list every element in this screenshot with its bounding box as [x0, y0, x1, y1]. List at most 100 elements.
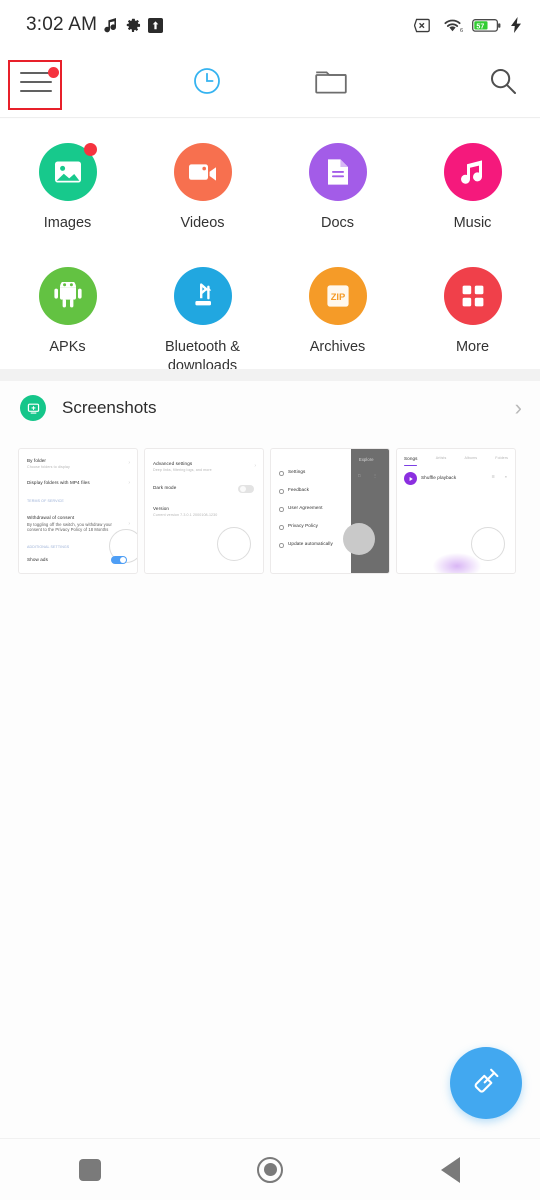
sim-off-icon: [414, 18, 433, 33]
file-manager-screen: 3:02 AM 6 57 Images Videos Docs Music AP…: [0, 0, 540, 1200]
category-grid: Images Videos Docs Music APKs Bluetooth …: [0, 119, 540, 394]
app-toolbar: [0, 50, 540, 118]
category-images-label: Images: [43, 215, 92, 231]
thumb3-row2: Feedback: [288, 487, 309, 492]
menu-notification-badge: [48, 66, 59, 78]
wifi-icon: 6: [442, 17, 463, 33]
thumb4-tab-underline: [404, 465, 417, 467]
category-music[interactable]: Music: [405, 133, 540, 233]
thumbnail-music-player[interactable]: Songs Artists Albums Folders Shuffle pla…: [396, 448, 516, 574]
category-videos-label: Videos: [180, 215, 225, 231]
thumb4-glow: [433, 553, 481, 573]
screenshots-title: Screenshots: [62, 398, 157, 417]
video-icon[interactable]: [173, 143, 232, 201]
thumb3-row1: Settings: [288, 469, 306, 474]
home-button[interactable]: [180, 1139, 360, 1200]
upload-arrow-icon: [148, 17, 164, 33]
category-archives[interactable]: ZIP Archives: [270, 257, 405, 376]
search-icon[interactable]: [488, 66, 518, 101]
thumb2-row1-title: Advanced settings: [153, 461, 193, 466]
circle-icon[interactable]: [257, 1156, 283, 1183]
category-row-1: Images Videos Docs Music: [0, 133, 540, 233]
search-button[interactable]: [394, 50, 540, 118]
category-docs[interactable]: Docs: [270, 133, 405, 233]
thumb2-row2-title: Dark mode: [153, 485, 177, 490]
svg-text:6: 6: [460, 28, 463, 33]
thumb3-row5: Update automatically: [288, 541, 333, 546]
folders-button[interactable]: [269, 50, 394, 118]
android-icon[interactable]: [38, 267, 97, 325]
folder-icon[interactable]: [315, 67, 347, 100]
screenshots-thumbnail-strip[interactable]: By folder Choose folders to display › Di…: [0, 448, 540, 576]
grid-icon[interactable]: [443, 267, 502, 325]
category-images[interactable]: Images: [0, 133, 135, 233]
broom-icon: [467, 1062, 505, 1105]
thumb1-row5-title: ADDITIONAL SETTINGS: [27, 545, 70, 549]
menu-button[interactable]: [0, 50, 145, 118]
category-row-2: APKs Bluetooth & downloads ZIP Archives …: [0, 257, 540, 376]
status-clock: 3:02 AM: [26, 14, 98, 35]
thumb4-tab-2: Albums: [464, 456, 478, 460]
thumbnail-advanced-settings[interactable]: Advanced settings Deep links, filtering …: [144, 448, 264, 574]
thumb3-row3: User Agreement: [288, 505, 323, 510]
thumbnail-menu-dark[interactable]: Explore □ ⋮ Settings Feedback User Agree…: [270, 448, 390, 574]
zip-icon[interactable]: ZIP: [308, 267, 367, 325]
cleaner-fab[interactable]: [450, 1047, 522, 1119]
category-more[interactable]: More: [405, 257, 540, 376]
thumbnail-folder-settings[interactable]: By folder Choose folders to display › Di…: [18, 448, 138, 574]
chevron-right-icon[interactable]: ›: [515, 395, 522, 421]
thumb4-play-icon: [404, 472, 417, 485]
thumb4-tabs: Songs Artists Albums Folders: [404, 456, 508, 461]
thumb1-toggle: [111, 556, 127, 564]
back-button[interactable]: [360, 1139, 540, 1200]
category-docs-label: Docs: [320, 215, 355, 231]
triangle-icon[interactable]: [440, 1156, 460, 1183]
charging-bolt-icon: [511, 17, 522, 33]
category-apks[interactable]: APKs: [0, 257, 135, 376]
thumb1-row6-title: Show ads: [27, 557, 48, 562]
thumb3-dark-panel: Explore □ ⋮: [351, 449, 389, 573]
thumb1-row3-title: TERMS OF SERVICE: [27, 499, 64, 503]
svg-text:ZIP: ZIP: [330, 291, 345, 302]
thumb4-cursor-circle: [471, 527, 505, 561]
square-icon[interactable]: [79, 1158, 101, 1181]
thumb1-row2-title: Display folders with MP4 files: [27, 480, 90, 485]
category-videos[interactable]: Videos: [135, 133, 270, 233]
thumb3-cursor-circle: [343, 523, 375, 555]
hamburger-icon[interactable]: [20, 66, 59, 97]
thumb1-row1-title: By folder: [27, 458, 47, 463]
status-bar: 3:02 AM 6 57: [0, 0, 540, 50]
category-apks-label: APKs: [49, 339, 86, 355]
thumb1-row4-sub: By toggling off the switch, you withdraw…: [27, 522, 112, 533]
thumb3-panel-label: Explore: [359, 457, 374, 462]
thumb4-tab-0: Songs: [404, 456, 418, 461]
category-archives-label: Archives: [309, 339, 366, 355]
music-note-icon: [104, 17, 118, 34]
recent-button[interactable]: [145, 50, 270, 118]
thumb4-row1: Shuffle playback: [421, 475, 457, 480]
thumb1-row1-sub: Choose folders to display: [27, 465, 70, 469]
category-music-label: Music: [453, 215, 492, 231]
gear-icon: [125, 17, 141, 33]
screenshot-icon: [20, 395, 46, 421]
thumb4-tab-1: Artists: [435, 456, 447, 460]
thumb2-row3-title: Version: [153, 506, 170, 511]
category-more-label: More: [455, 339, 490, 355]
status-bar-right: 6 57: [414, 17, 522, 33]
section-divider: [0, 369, 540, 381]
recents-button[interactable]: [0, 1139, 180, 1200]
status-bar-left: 3:02 AM: [26, 14, 164, 36]
screenshots-header[interactable]: Screenshots ›: [0, 381, 540, 435]
music-icon[interactable]: [443, 143, 502, 201]
document-icon[interactable]: [308, 143, 367, 201]
thumb2-cursor-circle: [217, 527, 251, 561]
thumb2-row3-sub: Current version 7.3.0.1 2000108-1230: [153, 513, 218, 517]
thumb3-row4: Privacy Policy: [288, 523, 318, 528]
image-icon[interactable]: [38, 143, 97, 201]
battery-icon: 57: [472, 18, 502, 33]
images-badge: [83, 143, 97, 156]
clock-icon[interactable]: [192, 66, 222, 101]
bluetooth-download-icon[interactable]: [173, 267, 232, 325]
thumb1-row4-title: Withdrawal of consent: [27, 515, 75, 520]
category-bluetooth-downloads[interactable]: Bluetooth & downloads: [135, 257, 270, 376]
